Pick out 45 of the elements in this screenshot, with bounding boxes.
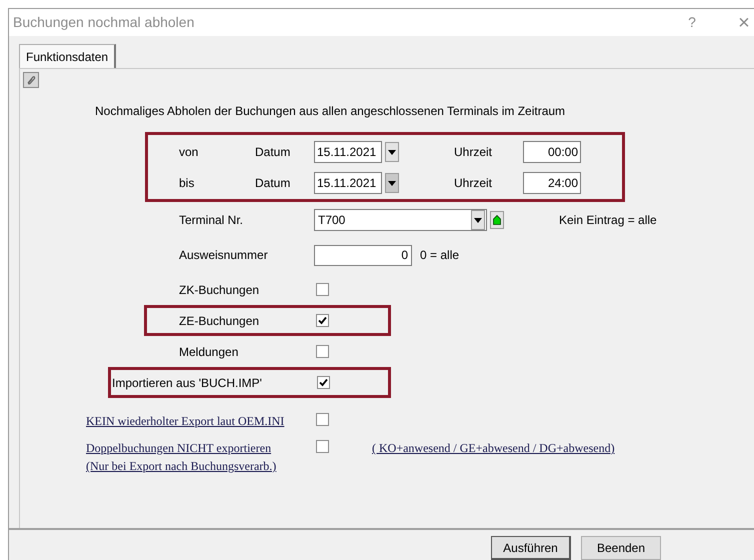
checkbox[interactable] [316, 413, 329, 426]
house-icon[interactable] [490, 211, 504, 229]
dialog-button[interactable]: Beenden [581, 536, 661, 560]
terminal-label: Terminal Nr. [179, 212, 244, 229]
dropdown-button[interactable] [385, 173, 399, 193]
checkbox[interactable] [316, 440, 329, 453]
option-label: ZK-Buchungen [179, 282, 260, 298]
export-note-link[interactable]: (Nur bei Export nach Buchungsverarb.) [86, 457, 316, 475]
dialog-button[interactable]: Ausführen [491, 536, 571, 560]
date-field[interactable]: 15.11.2021 [314, 141, 382, 163]
tab[interactable]: Funktionsdaten [19, 44, 116, 68]
intro-text: Nochmaliges Abholen der Buchungen aus allen angeschlossenen Terminals im Zeitraum [95, 103, 566, 120]
option-label: Meldungen [179, 344, 240, 360]
range-label: von [179, 144, 200, 161]
time-label: Uhrzeit [454, 144, 494, 161]
caret-icon [388, 150, 396, 154]
caret-icon [474, 218, 482, 222]
time-field[interactable]: 24:00 [523, 172, 581, 194]
badge-number-hint: 0 = alle [420, 247, 460, 264]
checkbox[interactable] [316, 314, 329, 327]
badge-number-label: Ausweisnummer [179, 247, 269, 264]
dropdown-button[interactable] [471, 210, 485, 230]
option-label: ZE-Buchungen [179, 312, 260, 330]
check-icon [318, 316, 327, 325]
export-link[interactable]: Doppelbuchungen NICHT exportieren [86, 439, 316, 457]
checkbox[interactable] [316, 283, 329, 296]
dropdown-button[interactable] [385, 142, 399, 162]
range-label: bis [179, 175, 196, 192]
badge-number-field[interactable]: 0 [314, 244, 412, 266]
option-label: Importieren aus 'BUCH.IMP' [112, 374, 263, 392]
window-title: Buchungen nochmal abholen [13, 13, 196, 32]
date-label: Datum [255, 175, 292, 192]
time-field[interactable]: 00:00 [523, 141, 581, 163]
export-link[interactable]: KEIN wiederholter Export laut OEM.INI [86, 412, 316, 430]
checkbox[interactable] [317, 376, 330, 389]
status-legend-link[interactable]: ( KO+anwesend / GE+abwesend / DG+abwesend) [372, 439, 615, 457]
date-field[interactable]: 15.11.2021 [314, 172, 382, 194]
checkbox[interactable] [316, 345, 329, 358]
check-icon [319, 378, 328, 387]
time-label: Uhrzeit [454, 175, 494, 192]
date-label: Datum [255, 144, 292, 161]
terminal-dropdown[interactable]: T700 [314, 209, 487, 231]
paperclip-icon[interactable] [23, 72, 39, 88]
terminal-hint: Kein Eintrag = alle [559, 212, 657, 229]
caret-icon [388, 180, 396, 186]
